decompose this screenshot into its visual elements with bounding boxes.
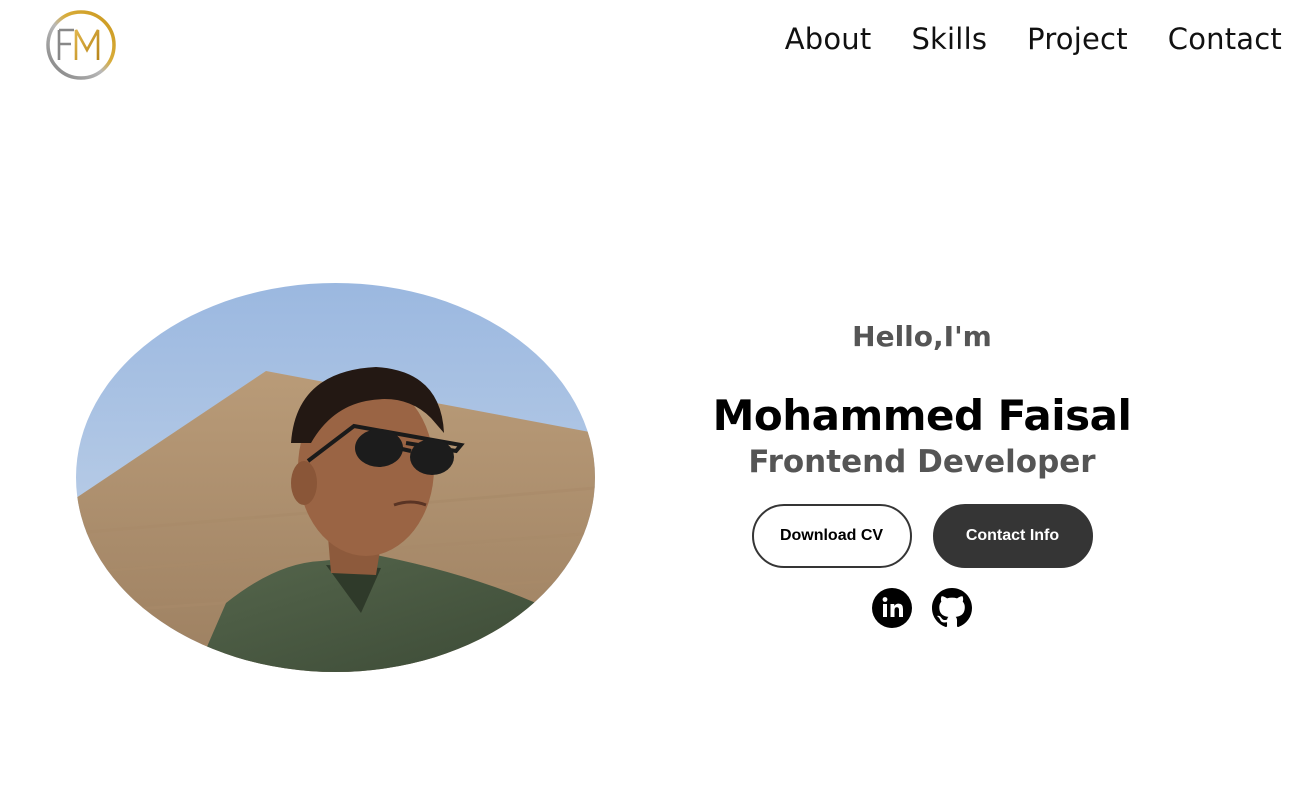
nav-contact[interactable]: Contact: [1168, 22, 1282, 56]
download-cv-button[interactable]: Download CV: [751, 504, 912, 568]
social-links: [872, 588, 972, 628]
contact-info-button[interactable]: Contact Info: [932, 504, 1093, 568]
profile-photo: [76, 283, 595, 672]
main-nav: About Skills Project Contact: [785, 22, 1282, 56]
hero-section: Hello,I'm Mohammed Faisal Frontend Devel…: [652, 320, 1192, 628]
nav-about[interactable]: About: [785, 22, 872, 56]
fm-logo[interactable]: [44, 8, 118, 82]
github-icon[interactable]: [932, 588, 972, 628]
linkedin-icon[interactable]: [872, 588, 912, 628]
hero-name: Mohammed Faisal: [712, 391, 1132, 440]
nav-project[interactable]: Project: [1027, 22, 1128, 56]
hero-buttons: Download CV Contact Info: [751, 504, 1093, 568]
fm-logo-icon: [46, 10, 116, 80]
portfolio-page: About Skills Project Contact Hello,I'm M…: [0, 0, 1306, 808]
nav-skills[interactable]: Skills: [911, 22, 987, 56]
hero-role: Frontend Developer: [748, 444, 1096, 480]
greeting-text: Hello,I'm: [852, 320, 992, 353]
